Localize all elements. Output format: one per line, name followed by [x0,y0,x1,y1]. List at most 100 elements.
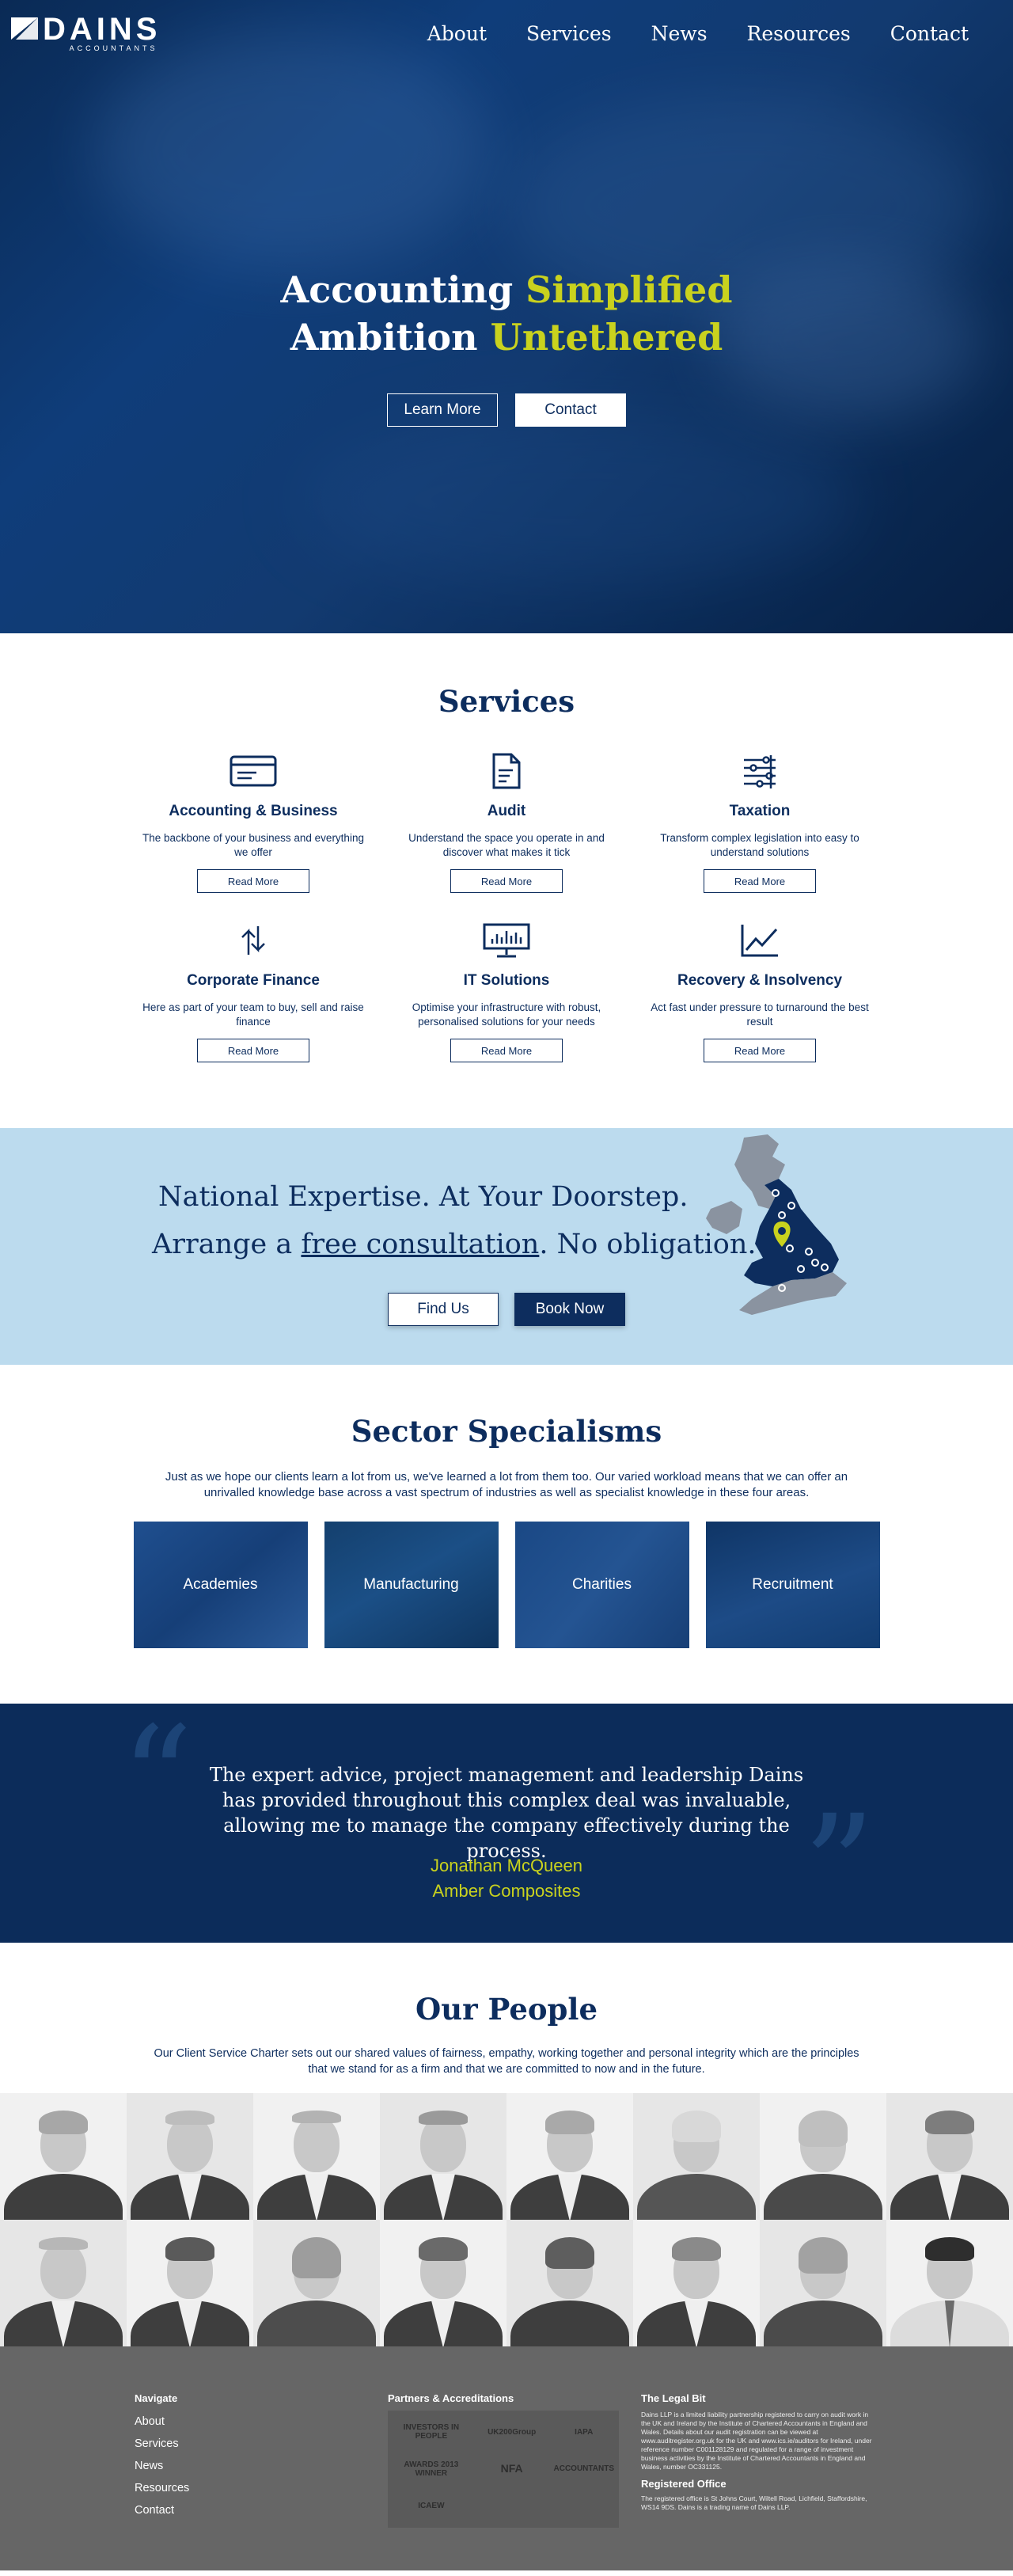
hero-section: DAINS ACCOUNTANTS About Services News Re… [0,0,1013,633]
sector-label: Charities [572,1576,632,1593]
logo-subtitle: ACCOUNTANTS [69,44,158,52]
read-more-button[interactable]: Read More [197,869,309,893]
footer-link-services[interactable]: Services [135,2433,189,2455]
service-card-corporate-finance: Corporate Finance Here as part of your t… [127,921,380,1062]
partner-logos: INVESTORS IN PEOPLE UK200Group IAPA AWAR… [388,2411,619,2528]
person-photo[interactable] [506,2093,633,2220]
service-description: Act fast under pressure to turnaround th… [651,1001,869,1028]
nav-resources[interactable]: Resources [747,22,851,45]
footer-legal-title: The Legal Bit [641,2392,706,2404]
service-title: Recovery & Insolvency [677,972,843,989]
person-photo[interactable] [0,2220,127,2346]
book-now-button[interactable]: Book Now [514,1293,625,1326]
service-description: Understand the space you operate in and … [408,832,605,858]
person-photo[interactable] [633,2220,760,2346]
sector-label: Academies [183,1576,258,1593]
people-intro: Our Client Service Charter sets out our … [154,2047,859,2076]
service-title: Taxation [729,803,791,819]
contact-button[interactable]: Contact [515,393,626,427]
footer-link-contact[interactable]: Contact [135,2499,189,2521]
logo-mark-icon [11,17,38,40]
sector-tile-charities[interactable]: Charities [514,1522,689,1648]
hero-line1-accent: Simplified [525,268,733,311]
sector-tile-academies[interactable]: Academies [133,1522,308,1648]
service-card-audit: Audit Understand the space you operate i… [380,752,633,893]
person-photo[interactable] [0,2093,127,2220]
footer-navigate-title: Navigate [135,2392,178,2404]
cta-subline: Arrange a free consultation. No obligati… [152,1220,757,1269]
footer-link-resources[interactable]: Resources [135,2477,189,2499]
open-quote-icon: “ [120,1696,194,1862]
footer-office-text: The registered office is St Johns Court,… [641,2494,867,2511]
footer-link-news[interactable]: News [135,2455,189,2477]
service-title: IT Solutions [463,972,550,989]
icaew-logo[interactable]: ICAEW [393,2489,470,2523]
read-more-button[interactable]: Read More [450,1039,563,1062]
document-icon [481,752,532,790]
service-card-it-solutions: IT Solutions Optimise your infrastructur… [380,921,633,1062]
sectors-title: Sector Specialisms [351,1414,662,1449]
services-title: Services [438,684,575,719]
testimonial-company: Amber Composites [432,1881,581,1901]
person-photo[interactable] [380,2093,506,2220]
read-more-button[interactable]: Read More [197,1039,309,1062]
logo[interactable]: DAINS ACCOUNTANTS [11,12,161,52]
service-card-accounting: Accounting & Business The backbone of yo… [127,752,380,893]
footer-legal-text: Dains LLP is a limited liability partner… [641,2411,872,2471]
nav-about[interactable]: About [427,22,487,45]
service-description: The backbone of your business and everyt… [142,832,364,858]
sector-tile-recruitment[interactable]: Recruitment [705,1522,880,1648]
nfa-logo[interactable]: NFA [473,2453,551,2487]
person-photo[interactable] [633,2093,760,2220]
services-section: Services Accounting & Business The backb… [0,633,1013,1128]
main-nav: About Services News Resources Contact [427,22,969,45]
person-photo[interactable] [886,2093,1013,2220]
person-photo[interactable] [380,2220,506,2346]
person-photo[interactable] [127,2220,253,2346]
sector-tile-manufacturing[interactable]: Manufacturing [324,1522,499,1648]
people-title: Our People [415,1992,598,2027]
person-photo[interactable] [506,2220,633,2346]
person-photo[interactable] [253,2220,380,2346]
read-more-button[interactable]: Read More [450,869,563,893]
footer-office-title: Registered Office [641,2478,727,2490]
people-section: Our People Our Client Service Charter se… [0,1943,1013,2346]
person-photo[interactable] [886,2220,1013,2346]
cta-headline: National Expertise. At Your Doorstep. [158,1181,689,1213]
testimonial-author: Jonathan McQueen [430,1856,583,1875]
consultation-section: National Expertise. At Your Doorstep. Ar… [0,1128,1013,1365]
learn-more-button[interactable]: Learn More [387,393,498,427]
nav-news[interactable]: News [651,22,708,45]
footer-link-about[interactable]: About [135,2411,189,2433]
free-consultation-link[interactable]: free consultation [301,1229,539,1260]
card-icon [228,752,279,790]
iapa-logo[interactable]: IAPA [554,2415,614,2449]
logo-word: DAINS [43,12,161,47]
service-description: Here as part of your team to buy, sell a… [142,1001,364,1028]
person-photo[interactable] [760,2220,886,2346]
read-more-button[interactable]: Read More [704,1039,816,1062]
person-photo[interactable] [127,2093,253,2220]
service-title: Audit [487,803,526,819]
nav-services[interactable]: Services [526,22,612,45]
people-row [0,2093,1013,2220]
hero-line2-plain: Ambition [290,316,478,359]
sector-label: Recruitment [752,1576,833,1593]
read-more-button[interactable]: Read More [704,869,816,893]
service-title: Accounting & Business [169,803,338,819]
accountants-logo[interactable]: ACCOUNTANTS [554,2453,614,2487]
awards-logo[interactable]: AWARDS 2013 WINNER [393,2453,470,2487]
uk200group-logo[interactable]: UK200Group [473,2415,551,2449]
site-header: DAINS ACCOUNTANTS About Services News Re… [0,0,1013,66]
find-us-button[interactable]: Find Us [388,1293,499,1326]
person-photo[interactable] [253,2093,380,2220]
testimonial-quote: The expert advice, project management an… [209,1764,804,1862]
service-card-recovery: Recovery & Insolvency Act fast under pre… [633,921,886,1062]
service-description: Transform complex legislation into easy … [660,832,859,858]
service-card-taxation: Taxation Transform complex legislation i… [633,752,886,893]
investors-in-people-logo[interactable]: INVESTORS IN PEOPLE [393,2415,470,2449]
footer-partners-title: Partners & Accreditations [388,2392,514,2404]
site-footer: Navigate About Services News Resources C… [0,2346,1013,2570]
person-photo[interactable] [760,2093,886,2220]
nav-contact[interactable]: Contact [890,22,969,45]
